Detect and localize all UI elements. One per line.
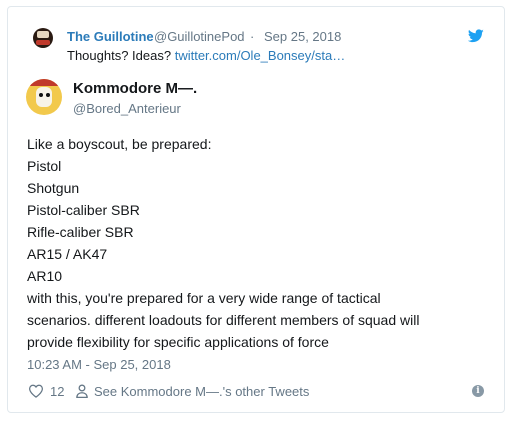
tweet-line: Rifle-caliber SBR xyxy=(27,224,134,240)
quoted-author-name[interactable]: The Guillotine xyxy=(67,29,154,44)
avatar-eye-right xyxy=(46,93,50,97)
avatar-base-shape xyxy=(36,40,50,45)
author-avatar[interactable] xyxy=(26,79,62,115)
heart-icon[interactable] xyxy=(28,384,44,398)
tweet-line: provide flexibility for specific applica… xyxy=(27,334,329,350)
guillotine-avatar[interactable] xyxy=(33,28,53,48)
twitter-bird-icon[interactable] xyxy=(468,29,484,43)
tweet-line: Pistol xyxy=(27,158,62,174)
tweet-line: AR15 / AK47 xyxy=(27,246,108,262)
avatar-eye-left xyxy=(39,93,43,97)
person-icon xyxy=(76,384,88,398)
author-name[interactable]: Kommodore M—. xyxy=(73,80,197,97)
separator-dot: · xyxy=(250,29,255,44)
tweet-timestamp[interactable]: 10:23 AM - Sep 25, 2018 xyxy=(27,357,171,372)
quoted-tweet-date[interactable]: Sep 25, 2018 xyxy=(264,29,341,44)
quoted-tweet-link[interactable]: twitter.com/Ole_Bonsey/sta… xyxy=(175,48,346,63)
tweet-line: Like a boyscout, be prepared: xyxy=(27,136,212,152)
tweet-body: Like a boyscout, be prepared: Pistol Sho… xyxy=(27,133,497,353)
tweet-line: Shotgun xyxy=(27,180,80,196)
see-other-tweets-link[interactable]: See Kommodore M—.'s other Tweets xyxy=(94,384,309,399)
quoted-tweet-text: Thoughts? Ideas? twitter.com/Ole_Bonsey/… xyxy=(67,48,345,63)
like-count[interactable]: 12 xyxy=(50,384,64,399)
tweet-line: Pistol-caliber SBR xyxy=(27,202,140,218)
avatar-blade-shape xyxy=(37,31,49,38)
avatar-face xyxy=(36,87,52,107)
info-icon[interactable]: i xyxy=(472,385,484,397)
tweet-line: AR10 xyxy=(27,268,63,284)
quoted-tweet-prefix: Thoughts? Ideas? xyxy=(67,48,175,63)
tweet-line: scenarios. different loadouts for differ… xyxy=(27,312,420,328)
author-handle[interactable]: @Bored_Anterieur xyxy=(73,101,181,116)
avatar-helmet-stripe xyxy=(26,79,62,86)
quoted-author-handle[interactable]: @GuillotinePod xyxy=(154,29,245,44)
tweet-line: with this, you're prepared for a very wi… xyxy=(27,290,381,306)
